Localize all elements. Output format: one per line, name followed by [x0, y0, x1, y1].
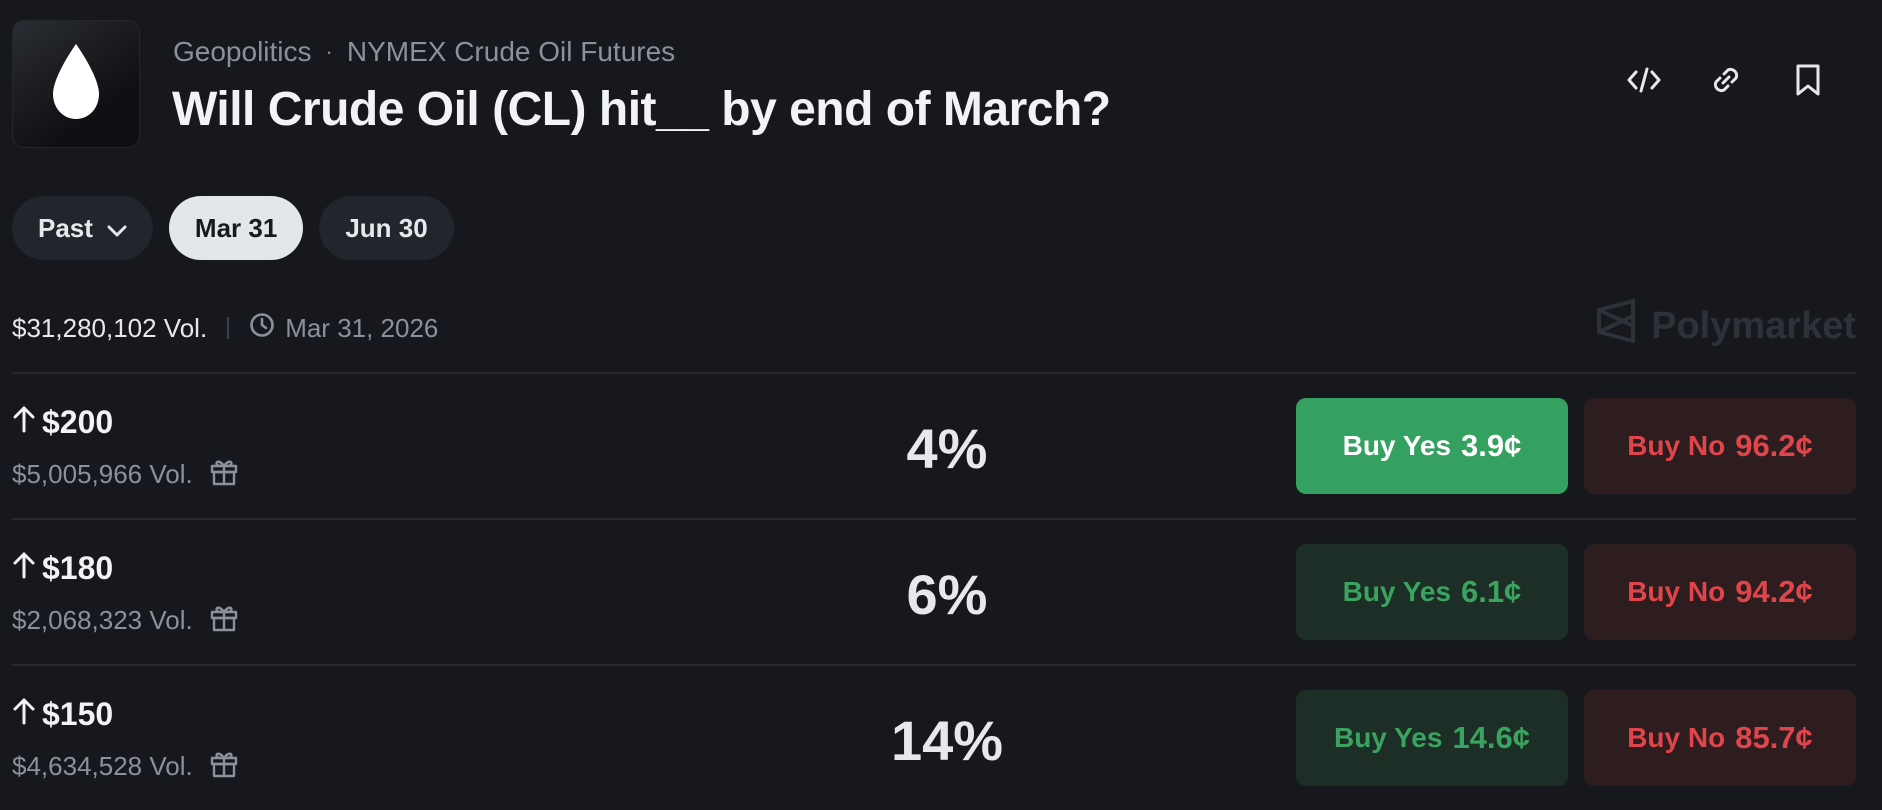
arrow-up-icon: [12, 696, 36, 733]
breadcrumb-subcategory[interactable]: NYMEX Crude Oil Futures: [347, 36, 675, 68]
market-chance: 4%: [906, 417, 988, 480]
code-icon[interactable]: [1626, 62, 1662, 98]
total-volume: $31,280,102 Vol.: [12, 312, 208, 343]
buy-no-price: 96.2¢: [1735, 428, 1813, 463]
buy-yes-label: Buy Yes: [1342, 576, 1452, 607]
buy-yes-price: 6.1¢: [1461, 574, 1522, 609]
market-volume: $2,068,323 Vol.: [12, 602, 239, 639]
bookmark-icon[interactable]: [1790, 62, 1826, 98]
buy-no-label: Buy No: [1627, 576, 1726, 607]
market-target: $150: [12, 696, 113, 733]
end-date-text: Mar 31, 2026: [285, 312, 439, 343]
market-volume: $4,634,528 Vol.: [12, 748, 239, 785]
polymarket-logo-icon: [1595, 298, 1637, 354]
tab-jun-30[interactable]: Jun 30: [319, 196, 454, 260]
gift-icon[interactable]: [209, 602, 239, 639]
arrow-up-icon: [12, 404, 36, 441]
market-row[interactable]: $200 $5,005,966 Vol. 4% Buy Yes 3.9¢ Buy…: [12, 372, 1856, 518]
market-volume-text: $4,634,528 Vol.: [12, 751, 193, 781]
market-row[interactable]: $150 $4,634,528 Vol. 14% Buy Yes 14.6¢ B…: [12, 664, 1856, 810]
buy-no-label: Buy No: [1627, 430, 1726, 461]
market-volume-text: $5,005,966 Vol.: [12, 459, 193, 489]
buy-yes-button[interactable]: Buy Yes 14.6¢: [1296, 690, 1568, 786]
page-title: Will Crude Oil (CL) hit__ by end of Marc…: [172, 83, 1111, 136]
breadcrumb-separator: ·: [325, 39, 333, 64]
buy-no-button[interactable]: Buy No 85.7¢: [1584, 690, 1856, 786]
market-target-label: $200: [42, 404, 114, 440]
header-actions: [1626, 62, 1826, 98]
buy-no-price: 94.2¢: [1735, 574, 1813, 609]
buy-yes-button[interactable]: Buy Yes 3.9¢: [1296, 398, 1568, 494]
market-meta: $31,280,102 Vol. Mar 31, 2026: [12, 310, 438, 346]
buy-no-button[interactable]: Buy No 94.2¢: [1584, 544, 1856, 640]
buy-yes-button[interactable]: Buy Yes 6.1¢: [1296, 544, 1568, 640]
gift-icon[interactable]: [209, 748, 239, 785]
buy-no-label: Buy No: [1627, 722, 1726, 753]
link-icon[interactable]: [1708, 62, 1744, 98]
market-volume: $5,005,966 Vol.: [12, 456, 239, 493]
date-tabs: Past Mar 31 Jun 30: [12, 196, 454, 260]
brand-name: Polymarket: [1651, 304, 1856, 347]
drop-icon: [49, 42, 103, 127]
clock-icon: [249, 312, 275, 345]
past-dropdown[interactable]: Past: [12, 196, 153, 260]
market-target-label: $180: [42, 550, 114, 586]
market-chance: 6%: [906, 563, 988, 626]
past-label: Past: [38, 212, 93, 243]
markets-list: $200 $5,005,966 Vol. 4% Buy Yes 3.9¢ Buy…: [12, 372, 1856, 810]
market-chance: 14%: [890, 709, 1004, 772]
market-page: Geopolitics · NYMEX Crude Oil Futures Wi…: [0, 0, 1882, 810]
market-row[interactable]: $180 $2,068,323 Vol. 6% Buy Yes 6.1¢ Buy…: [12, 518, 1856, 664]
meta-divider: [227, 317, 230, 339]
market-volume-text: $2,068,323 Vol.: [12, 605, 193, 635]
tab-mar-31[interactable]: Mar 31: [168, 196, 304, 260]
buy-yes-price: 3.9¢: [1461, 428, 1522, 463]
market-target: $200: [12, 404, 113, 441]
market-target: $180: [12, 550, 113, 587]
buy-yes-label: Buy Yes: [1342, 430, 1452, 461]
buy-no-button[interactable]: Buy No 96.2¢: [1584, 398, 1856, 494]
breadcrumb: Geopolitics · NYMEX Crude Oil Futures: [173, 36, 675, 68]
buy-yes-price: 14.6¢: [1452, 720, 1531, 755]
chevron-down-icon: [107, 213, 127, 244]
polymarket-brand: Polymarket: [1595, 298, 1856, 354]
buy-no-price: 85.7¢: [1735, 720, 1813, 755]
arrow-up-icon: [12, 550, 36, 587]
market-logo: [12, 20, 140, 148]
buy-yes-label: Buy Yes: [1333, 722, 1443, 753]
end-date: Mar 31, 2026: [249, 312, 438, 345]
market-target-label: $150: [42, 696, 114, 732]
gift-icon[interactable]: [209, 456, 239, 493]
breadcrumb-category[interactable]: Geopolitics: [173, 36, 312, 68]
